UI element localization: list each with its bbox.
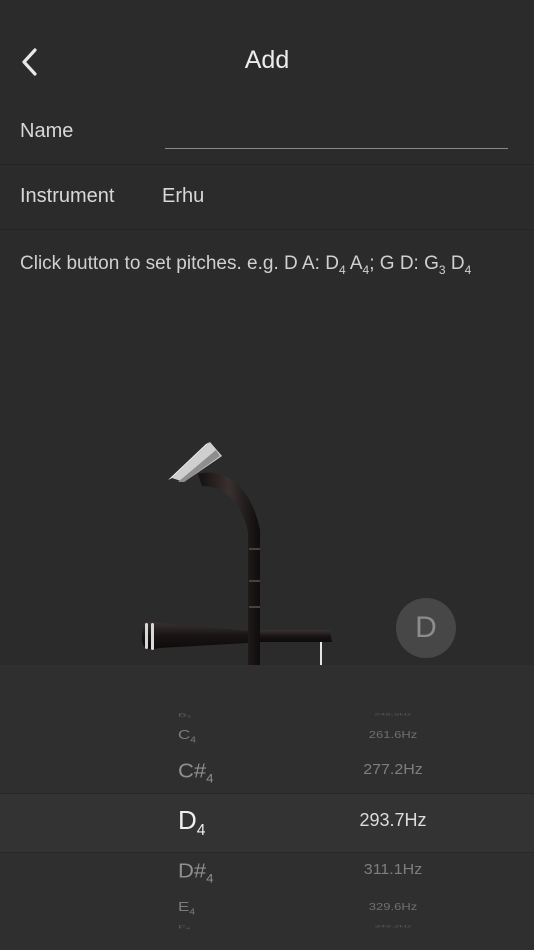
picker-frequency: 311.1Hz <box>363 861 423 878</box>
instrument-value: Erhu <box>162 185 205 207</box>
name-input[interactable] <box>165 118 508 149</box>
picker-item[interactable]: D#4 311.1Hz <box>0 859 534 885</box>
picker-item[interactable]: C4 261.6Hz <box>0 727 534 744</box>
picker-item[interactable]: B3 246.9Hz <box>0 712 534 718</box>
picker-item[interactable]: E4 329.6Hz <box>0 899 534 916</box>
picker-frequency: 277.2Hz <box>363 761 423 778</box>
string-pitch-button-d[interactable]: D <box>396 598 456 658</box>
name-label: Name <box>20 120 74 142</box>
erhu-instrument-illustration <box>142 442 332 666</box>
picker-frequency: 293.7Hz <box>359 809 427 830</box>
picker-frequency: 329.6Hz <box>368 900 418 913</box>
picker-item[interactable]: C#4 277.2Hz <box>0 759 534 785</box>
pitch-hint-text: Click button to set pitches. e.g. D A: D… <box>20 253 472 277</box>
navigation-bar: Add <box>0 0 534 101</box>
picker-frequency: 349.2Hz <box>374 924 412 929</box>
page-title: Add <box>244 46 290 74</box>
picker-frequency: 261.6Hz <box>368 728 418 741</box>
picker-item[interactable]: D4 293.7Hz <box>0 805 534 839</box>
picker-item[interactable]: F4 349.2Hz <box>0 924 534 930</box>
picker-frequency: 246.9Hz <box>374 712 412 717</box>
name-row: Name <box>0 100 534 165</box>
pitch-picker[interactable]: B3 246.9Hz C4 261.6Hz C#4 277.2Hz D4 293.7Hz D#4… <box>0 665 534 950</box>
instrument-label: Instrument <box>20 185 115 207</box>
instrument-row[interactable]: Instrument Erhu <box>0 165 534 230</box>
